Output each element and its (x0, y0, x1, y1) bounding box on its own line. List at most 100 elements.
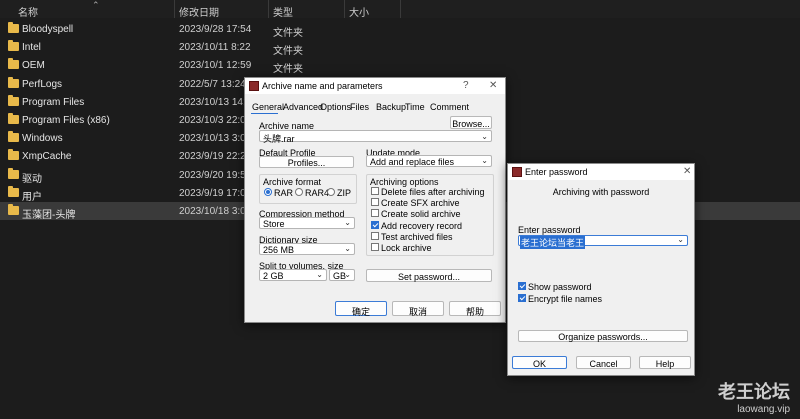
folder-name: 驱动 (22, 173, 42, 185)
winrar-icon (249, 81, 259, 91)
enter-password-label: Enter password (518, 225, 581, 235)
column-type[interactable]: 类型 (273, 4, 293, 19)
tab-files[interactable]: Files (350, 102, 369, 112)
password-input[interactable]: 老王论坛当老王 ⌄ (518, 235, 688, 249)
folder-name: Windows (22, 133, 63, 145)
folder-icon (8, 22, 19, 33)
cancel-button[interactable]: 取消 (392, 301, 444, 317)
column-date[interactable]: 修改日期 (179, 4, 219, 19)
help-button[interactable]: Help (639, 356, 691, 369)
folder-icon (8, 113, 19, 124)
active-tab-indicator (251, 113, 278, 114)
folder-icon (8, 58, 19, 70)
update-mode-select[interactable]: Add and replace files ⌄ (366, 155, 492, 167)
rar4-radio[interactable] (295, 188, 303, 196)
chevron-down-icon: ⌄ (481, 132, 488, 141)
column-size[interactable]: 大小 (349, 4, 369, 19)
column-divider (400, 0, 401, 18)
watermark: 老王论坛 laowang.vip (718, 378, 790, 415)
encrypt-names-label: Encrypt file names (528, 294, 603, 304)
column-divider (344, 0, 345, 18)
option-checkbox[interactable] (371, 243, 379, 251)
folder-row[interactable]: Bloodyspell 2023/9/28 17:54 文件夹 (0, 20, 800, 39)
dialog-title: Enter password (525, 167, 588, 177)
split-size-input[interactable]: 2 GB ⌄ (259, 269, 327, 281)
folder-name: PerfLogs (22, 78, 63, 90)
option-label: Delete files after archiving (381, 187, 485, 197)
folder-date: 2023/10/1 12:59 (179, 60, 252, 72)
folder-icon (8, 40, 19, 52)
option-label: Create SFX archive (381, 198, 460, 209)
tab-time[interactable]: Time (405, 102, 425, 112)
encrypt-names-checkbox[interactable] (518, 294, 526, 302)
column-header: 名称 ⌃ 修改日期 类型 大小 (0, 0, 800, 19)
chevron-down-icon: ⌄ (344, 270, 351, 279)
dictionary-select[interactable]: 256 MB ⌄ (259, 243, 355, 255)
folder-icon (8, 131, 19, 143)
folder-date: 2023/10/13 3:01 (179, 133, 252, 145)
option-checkbox[interactable] (371, 209, 379, 218)
set-password-button[interactable]: Set password... (366, 269, 492, 282)
folder-type: 文件夹 (273, 28, 303, 39)
rar4-label: RAR4 (305, 188, 330, 198)
compression-value: Store (263, 219, 285, 229)
archive-dialog: Archive name and parameters ? ✕ General A… (244, 77, 506, 323)
option-checkbox[interactable] (371, 187, 379, 195)
show-password-checkbox[interactable] (518, 282, 526, 290)
ok-button[interactable]: 确定 (335, 301, 387, 317)
dialog-title: Archive name and parameters (262, 81, 383, 91)
rar-radio[interactable] (264, 188, 272, 196)
option-checkbox[interactable] (371, 231, 379, 240)
tab-comment[interactable]: Comment (430, 102, 469, 112)
cancel-button[interactable]: Cancel (576, 356, 631, 369)
ok-button[interactable]: OK (512, 356, 567, 369)
dictionary-value: 256 MB (263, 245, 295, 255)
archive-format-label: Archive format (263, 177, 322, 187)
organize-passwords-button[interactable]: Organize passwords... (518, 330, 688, 342)
archive-name-value: 头牌.rar (263, 134, 295, 144)
archive-name-input[interactable]: 头牌.rar ⌄ (259, 130, 492, 144)
folder-name: OEM (22, 60, 45, 72)
chevron-down-icon: ⌄ (481, 156, 488, 165)
tab-options[interactable]: Options (320, 102, 351, 112)
browse-button[interactable]: Browse... (450, 116, 492, 129)
help-icon[interactable]: ? (463, 80, 469, 91)
folder-date: 2023/9/19 17:09 (179, 187, 252, 199)
close-icon[interactable]: ✕ (683, 166, 691, 177)
close-icon[interactable]: ✕ (489, 80, 497, 91)
option-checkbox[interactable] (371, 198, 379, 207)
folder-name: 用户 (22, 191, 42, 203)
folder-date: 2023/9/20 19:59 (179, 169, 252, 181)
option-label: Test archived files (381, 231, 453, 242)
folder-icon (8, 167, 19, 179)
rar-label: RAR (274, 188, 294, 198)
option-checkbox[interactable] (371, 220, 379, 229)
chevron-down-icon: ⌄ (344, 218, 351, 227)
folder-row[interactable]: Intel 2023/10/11 8:22 文件夹 (0, 38, 800, 58)
zip-radio[interactable] (327, 188, 335, 196)
show-password-label: Show password (528, 282, 592, 292)
folder-icon (8, 149, 19, 161)
split-unit-select[interactable]: GB ⌄ (329, 269, 355, 281)
folder-icon (8, 94, 19, 106)
tab-general[interactable]: General (252, 102, 284, 112)
tab-advanced[interactable]: Advanced (283, 102, 323, 112)
folder-name: XmpCache (22, 151, 72, 163)
folder-name: Program Files (22, 96, 85, 108)
help-button[interactable]: 帮助 (449, 301, 501, 317)
profiles-button[interactable]: Profiles... (259, 156, 354, 168)
folder-name: Intel (22, 42, 41, 54)
sort-arrow-icon: ⌃ (92, 0, 100, 10)
folder-row[interactable]: OEM 2023/10/1 12:59 文件夹 (0, 56, 800, 75)
option-label: Add recovery record (381, 220, 463, 231)
folder-type: 文件夹 (273, 46, 303, 58)
tab-backup[interactable]: Backup (376, 102, 406, 112)
folder-name: 玉藻团-头牌 (22, 210, 76, 221)
folder-icon (8, 185, 19, 197)
folder-name: Bloodyspell (22, 24, 74, 35)
column-name[interactable]: 名称 (18, 4, 38, 19)
column-divider (268, 0, 269, 18)
compression-select[interactable]: Store ⌄ (259, 217, 355, 229)
folder-name: Program Files (x86) (22, 115, 110, 126)
password-heading: Archiving with password (552, 187, 650, 197)
